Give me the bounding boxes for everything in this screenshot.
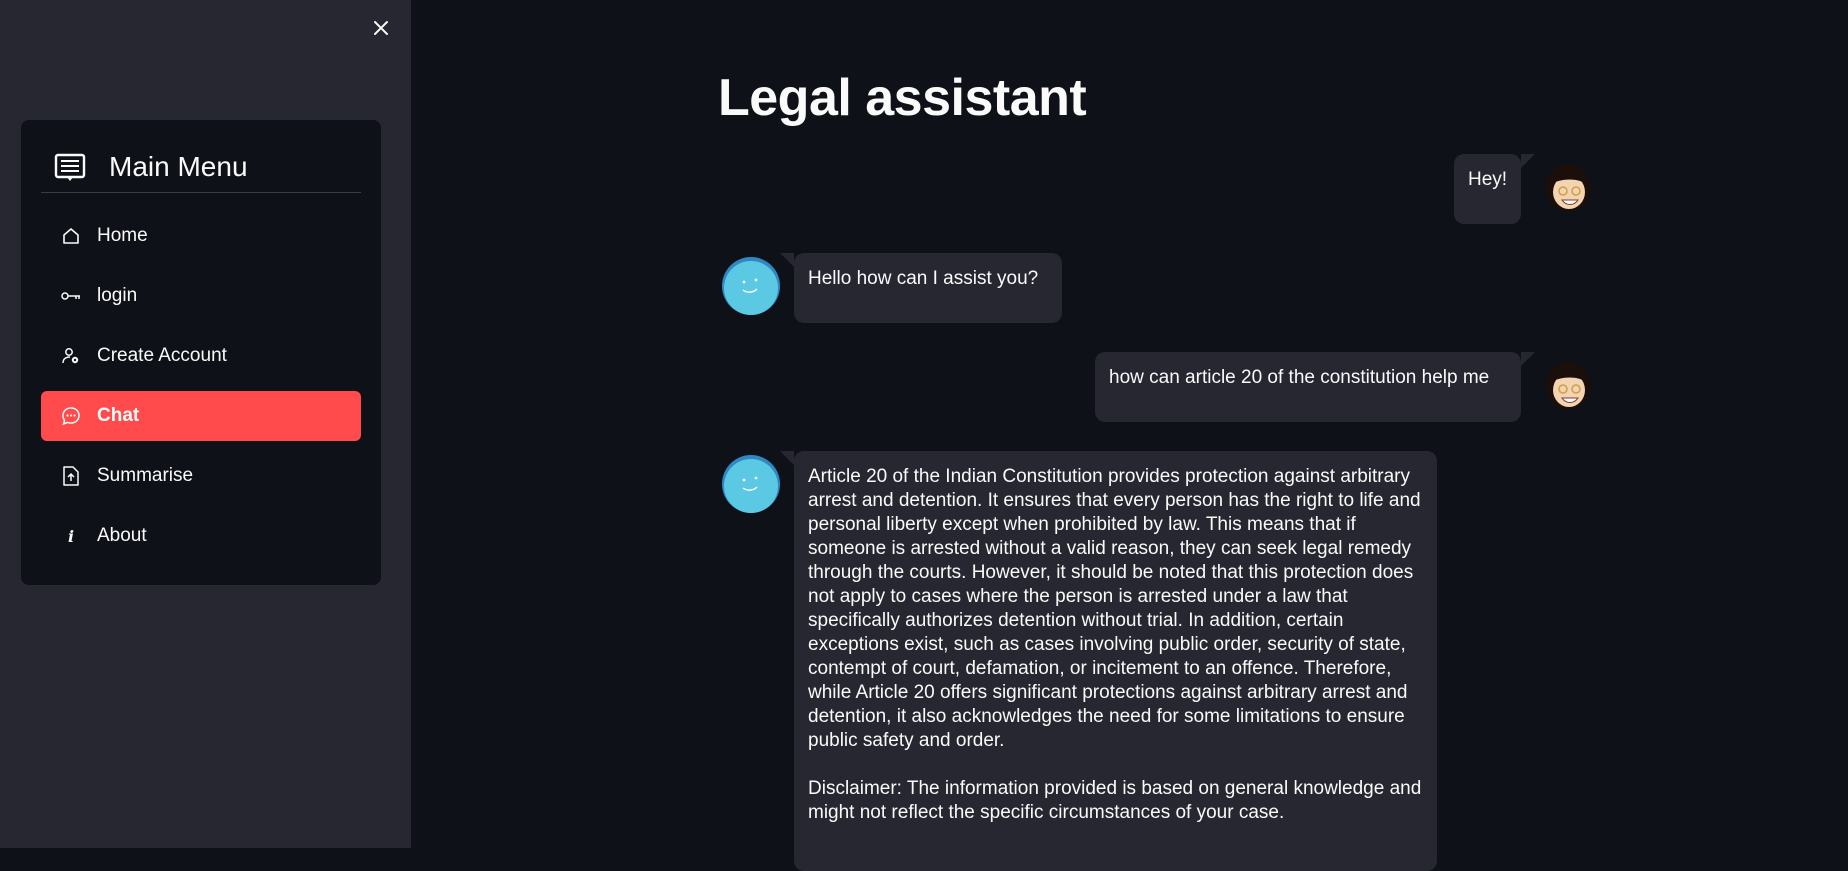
user-avatar bbox=[1546, 362, 1590, 410]
sidebar-item-label: Create Account bbox=[97, 345, 227, 366]
page-title: Legal assistant bbox=[718, 69, 1087, 127]
menu-list-icon bbox=[54, 153, 86, 181]
assistant-message: Hello how can I assist you? bbox=[780, 253, 1062, 323]
menu-title: Main Menu bbox=[109, 151, 248, 182]
user-message: Hey! bbox=[1454, 154, 1535, 224]
message-text: Article 20 of the Indian Constitution pr… bbox=[808, 466, 1422, 823]
message-text: Hello how can I assist you? bbox=[808, 268, 1039, 289]
key-icon bbox=[61, 286, 81, 306]
user-avatar bbox=[1546, 164, 1590, 212]
sidebar: Main Menu Home login Create Account Chat bbox=[0, 0, 411, 848]
message-text: how can article 20 of the constitution h… bbox=[1109, 367, 1490, 388]
main-content: Legal assistant Hey! Hello how can I ass… bbox=[411, 0, 1848, 871]
sidebar-item-label: Chat bbox=[97, 405, 140, 426]
sidebar-item-chat[interactable]: Chat bbox=[41, 391, 361, 441]
chat-dots-icon bbox=[61, 406, 81, 426]
close-sidebar-button[interactable] bbox=[370, 17, 392, 39]
assistant-avatar bbox=[722, 257, 780, 315]
message-text: Hey! bbox=[1468, 169, 1508, 190]
person-gear-icon bbox=[61, 346, 81, 366]
user-message: how can article 20 of the constitution h… bbox=[1095, 352, 1535, 422]
file-upload-icon bbox=[61, 466, 81, 486]
info-icon: i bbox=[67, 526, 75, 546]
sidebar-item-about[interactable]: i About bbox=[41, 511, 361, 561]
main-menu: Main Menu Home login Create Account Chat bbox=[21, 120, 381, 585]
sidebar-item-create-account[interactable]: Create Account bbox=[41, 331, 361, 381]
close-icon bbox=[374, 21, 388, 35]
menu-header: Main Menu bbox=[41, 142, 361, 193]
sidebar-item-summarise[interactable]: Summarise bbox=[41, 451, 361, 501]
sidebar-item-home[interactable]: Home bbox=[41, 211, 361, 261]
sidebar-item-login[interactable]: login bbox=[41, 271, 361, 321]
sidebar-item-label: Home bbox=[97, 225, 148, 246]
sidebar-item-label: login bbox=[97, 285, 138, 306]
assistant-avatar bbox=[722, 455, 780, 513]
home-icon bbox=[61, 226, 81, 246]
sidebar-item-label: Summarise bbox=[97, 465, 194, 486]
sidebar-item-label: About bbox=[97, 525, 147, 546]
assistant-message: Article 20 of the Indian Constitution pr… bbox=[780, 451, 1437, 871]
